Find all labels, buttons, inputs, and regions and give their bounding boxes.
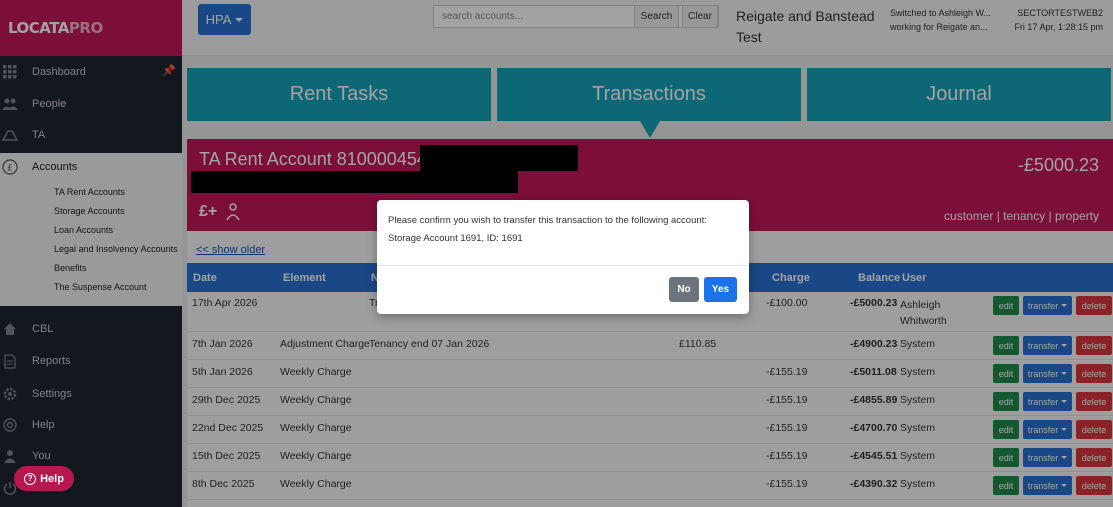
help-button[interactable]: ? Help: [14, 466, 74, 491]
no-button[interactable]: No: [669, 277, 699, 302]
question-icon: ?: [24, 472, 37, 485]
divider: [377, 265, 749, 266]
confirm-transfer-dialog: Please confirm you wish to transfer this…: [377, 200, 749, 314]
yes-button[interactable]: Yes: [704, 277, 737, 302]
dialog-message: Please confirm you wish to transfer this…: [388, 215, 707, 244]
